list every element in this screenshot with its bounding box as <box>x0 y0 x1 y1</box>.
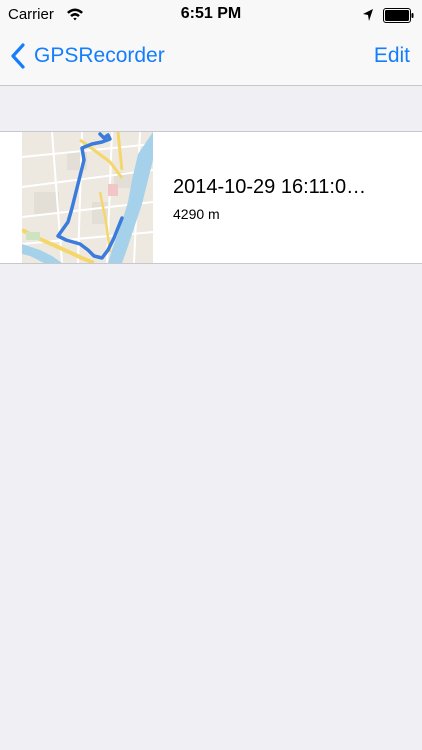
back-button[interactable]: GPSRecorder <box>10 40 165 72</box>
recording-title: 2014-10-29 16:11:0… <box>173 176 367 198</box>
back-button-label: GPSRecorder <box>34 44 165 67</box>
recording-distance: 4290 m <box>173 206 220 222</box>
navigation-bar: GPSRecorder Edit <box>0 30 422 86</box>
edit-button[interactable]: Edit <box>374 44 410 68</box>
recording-row[interactable]: 2014-10-29 16:11:0… 4290 m <box>0 132 422 263</box>
route-map-thumbnail <box>22 132 153 263</box>
location-arrow-icon <box>363 9 373 21</box>
clock: 6:51 PM <box>180 5 242 22</box>
map-image <box>22 132 153 263</box>
battery-icon <box>383 8 414 23</box>
chevron-left-icon <box>11 43 25 69</box>
screen: Carrier 6:51 PM GPSRecorder Edit 2014-10… <box>0 0 422 750</box>
status-bar: Carrier 6:51 PM <box>0 0 422 30</box>
recordings-table: 2014-10-29 16:11:0… 4290 m <box>0 131 422 264</box>
